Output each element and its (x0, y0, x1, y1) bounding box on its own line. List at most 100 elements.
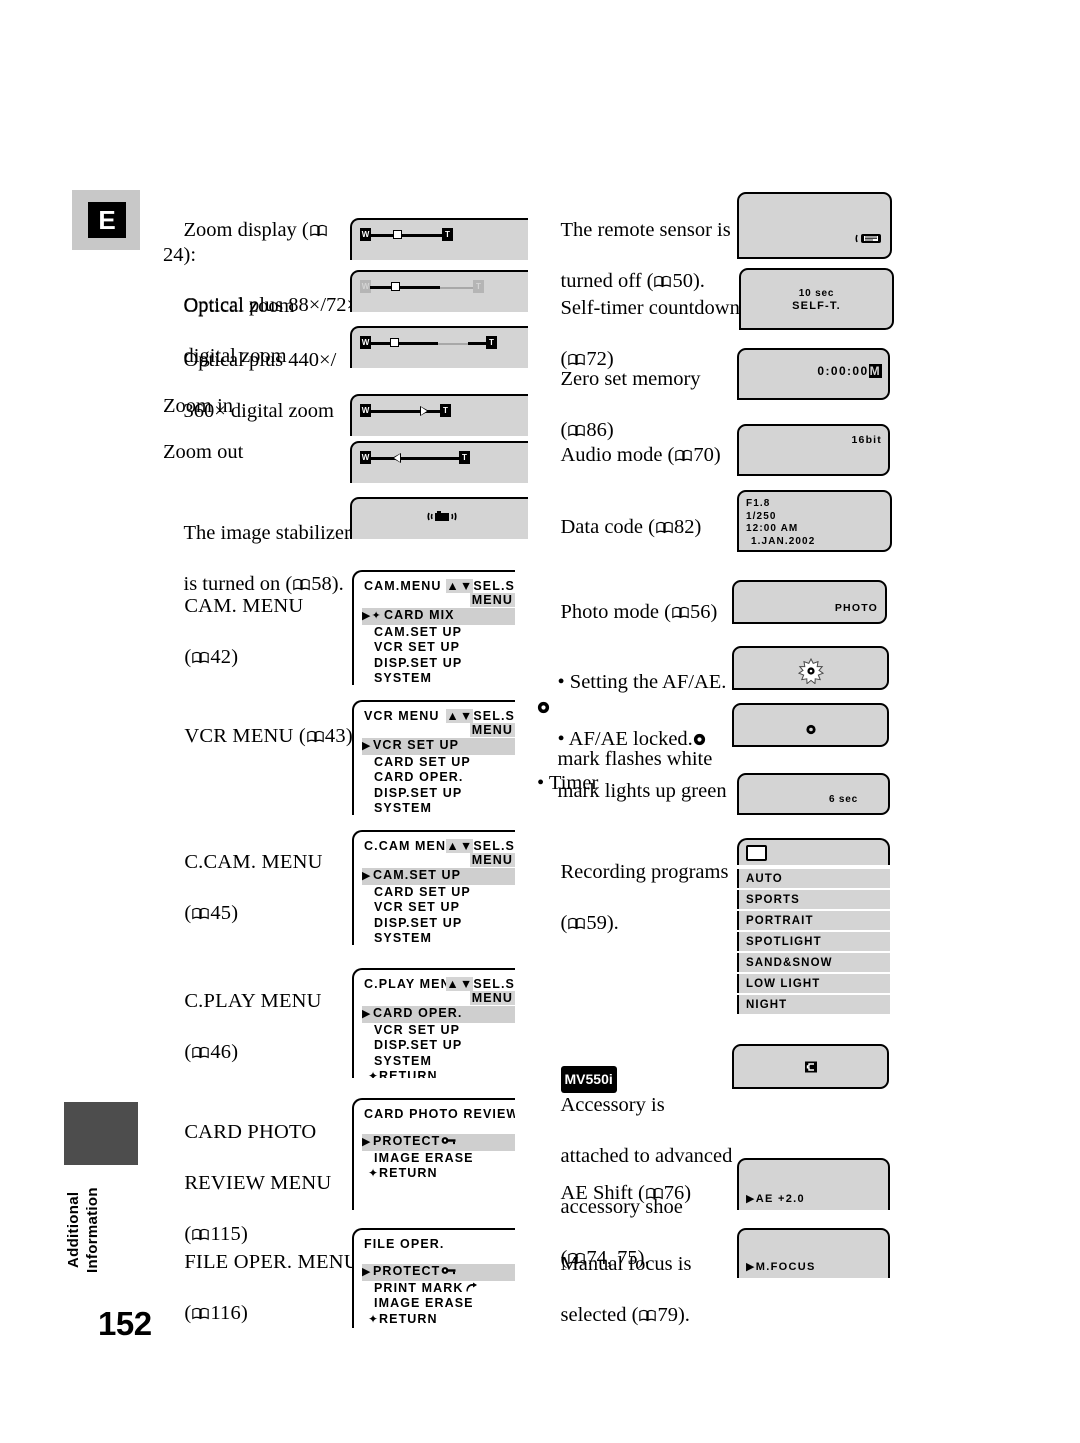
ae-shift-close-paren: ) (684, 1181, 692, 1204)
recording-program-sandsnow[interactable]: SAND&SNOW (737, 953, 890, 972)
menu-hint-menu: MENU (469, 853, 515, 867)
menu-item-label: CARD SET UP (374, 754, 471, 769)
menu-item[interactable]: SYSTEM (362, 1054, 515, 1070)
menu-item[interactable]: DISP.SET UP (362, 656, 515, 672)
c-cam-open-paren: ( (184, 901, 192, 924)
recording-program-portrait[interactable]: PORTRAIT (737, 911, 890, 930)
recording-program-easy[interactable] (737, 838, 890, 865)
audio-mode-page-ref: 70 (693, 443, 714, 466)
menu-item[interactable]: DISP.SET UP (362, 786, 515, 802)
menu-item-return[interactable]: ✦RETURN (362, 1069, 515, 1078)
menu-item[interactable]: SYSTEM (362, 801, 515, 815)
recording-program-night[interactable]: NIGHT (737, 995, 890, 1014)
zoom-bar-track (370, 342, 438, 345)
recording-program-spotlight[interactable]: SPOTLIGHT (737, 932, 890, 951)
screen-af-ae-locked (732, 703, 889, 747)
zoom-bar-track-digital (438, 342, 468, 345)
manual-focus-line1: Manual focus is (560, 1252, 692, 1275)
menu-item[interactable]: CARD SET UP (362, 755, 515, 771)
card-photo-line2: REVIEW MENU (184, 1171, 332, 1194)
zoom-display-text-close: ): (183, 244, 197, 266)
page-ref-book-icon (639, 1309, 657, 1322)
af-ae-setting-line1: • Setting the AF/AE. (557, 670, 727, 693)
photo-mode-text: Photo mode ( (560, 600, 671, 623)
menu-item-label: CAM.SET UP (374, 624, 463, 639)
menu-item[interactable]: PRINT MARK (362, 1281, 515, 1297)
menu-item-return[interactable]: ✦RETURN (362, 1166, 515, 1182)
menu-item-label: VCR SET UP (374, 640, 461, 654)
page-ref-book-icon (192, 651, 210, 664)
vcr-menu-label: VCR MENU (43) (163, 698, 373, 775)
menu-item[interactable]: IMAGE ERASE (362, 1296, 515, 1312)
menu-item[interactable]: CARD OPER. (362, 770, 515, 786)
menu-item[interactable]: VCR SET UP (362, 900, 515, 916)
c-cam-menu-page-ref: 45 (210, 901, 232, 924)
zoom-bar-track (370, 457, 465, 460)
return-arrow-icon: ✦ (368, 1311, 380, 1326)
menu-item-label: VCR SET UP (374, 1022, 461, 1037)
menu-item-return[interactable]: ✦RETURN (362, 1312, 515, 1328)
menu-item-label: DISP.SET UP (374, 915, 463, 930)
menu-item-label: CARD OPER. (373, 1006, 463, 1020)
screen-af-ae-setting (732, 646, 889, 690)
screen-manual-focus: ▶M.FOCUS (737, 1228, 890, 1278)
recording-program-auto[interactable]: AUTO (737, 869, 890, 888)
screen-timer: 6 sec (737, 773, 890, 815)
page-ref-book-icon (192, 1046, 210, 1059)
menu-item[interactable]: VCR SET UP (362, 1023, 515, 1039)
menu-item[interactable]: ▶VCR SET UP (362, 738, 515, 755)
zoom-out-arrow-inner (394, 454, 400, 462)
data-code-values: F1.8 1/250 12:00 AM 1.JAN.2002 (746, 498, 815, 548)
menu-item[interactable]: CARD SET UP (362, 885, 515, 901)
menu-item[interactable]: ▶CAM.SET UP (362, 868, 515, 885)
menu-item[interactable]: ▶✦ CARD MIX (362, 608, 515, 625)
menu-hint-sel: ▲▼SEL.S (446, 579, 515, 593)
cam-menu-screen[interactable]: CAM.MENU ▲▼SEL.S MENU ▶✦ CARD MIX CAM.SET… (352, 570, 515, 685)
audio-mode-value: 16bit (851, 434, 882, 446)
cam-menu-open-paren: ( (184, 645, 192, 668)
c-play-menu-label: C.PLAY MENU (46) (163, 963, 373, 1091)
menu-item[interactable]: DISP.SET UP (362, 1038, 515, 1054)
zoom-position-marker (391, 282, 400, 291)
menu-item[interactable]: VCR SET UP (362, 640, 515, 656)
menu-item-label: CARD SET UP (374, 884, 471, 899)
menu-item[interactable]: ▶CARD OPER. (362, 1006, 515, 1023)
zoom-tele-cap: T (440, 404, 451, 417)
screen-photo-mode: PHOTO (732, 580, 887, 624)
photo-mode-label: Photo mode ( 56) (540, 574, 750, 651)
menu-item[interactable]: ▶PROTECT (362, 1134, 515, 1151)
menu-item-label: SYSTEM (374, 931, 432, 945)
menu-title: FILE OPER. (364, 1237, 445, 1251)
vcr-menu-screen[interactable]: VCR MENU ▲▼SEL.S MENU ▶VCR SET UP CARD S… (352, 700, 515, 815)
easy-recording-icon (746, 844, 767, 861)
menu-item[interactable]: SYSTEM (362, 931, 515, 945)
c-cam-menu-screen[interactable]: C.CAM MENU ▲▼SEL.S MENU ▶CAM.SET UP CARD… (352, 830, 515, 945)
recording-program-lowlight[interactable]: LOW LIGHT (737, 974, 890, 993)
menu-item[interactable]: CAM.SET UP (362, 625, 515, 641)
zoom-bar-track (370, 234, 448, 237)
menu-item[interactable]: SYSTEM (362, 671, 515, 685)
c-play-menu-screen[interactable]: C.PLAY MENU ▲▼SEL.S MENU ▶CARD OPER. VCR… (352, 968, 515, 1078)
vcr-menu-page-ref: 43 (324, 724, 346, 747)
file-oper-screen[interactable]: FILE OPER. ▶PROTECT PRINT MARK IMAGE ERA… (352, 1228, 515, 1328)
cam-menu-page-ref: 42 (210, 645, 232, 668)
recording-program-sports[interactable]: SPORTS (737, 890, 890, 909)
screen-ae-shift: ▶AE +2.0 (737, 1158, 890, 1210)
zoom-bar-zoom-in: W T (360, 403, 508, 419)
menu-title: CARD PHOTO REVIEW (364, 1107, 515, 1121)
ae-shift-text: AE Shift ( (560, 1181, 645, 1204)
menu-hint-menu: MENU (469, 991, 515, 1005)
card-photo-review-screen[interactable]: CARD PHOTO REVIEW ▶PROTECT IMAGE ERASE ✦… (352, 1098, 515, 1210)
menu-item-label: DISP.SET UP (374, 785, 463, 800)
photo-mode-close-paren: ) (710, 600, 718, 623)
menu-item[interactable]: IMAGE ERASE (362, 1151, 515, 1167)
menu-title: CAM.MENU (364, 579, 442, 593)
menu-item[interactable]: ▶PROTECT (362, 1264, 515, 1281)
photo-mode-page-ref: 56 (689, 600, 711, 623)
menu-item-label: CARD OPER. (374, 770, 464, 784)
menu-item[interactable]: DISP.SET UP (362, 916, 515, 932)
vcr-menu-title: VCR MENU ( (184, 724, 306, 747)
menu-item-label: IMAGE ERASE (374, 1150, 474, 1165)
screen-accessory-shoe (732, 1044, 889, 1089)
model-badge-mv550i: MV550i (560, 1065, 617, 1093)
